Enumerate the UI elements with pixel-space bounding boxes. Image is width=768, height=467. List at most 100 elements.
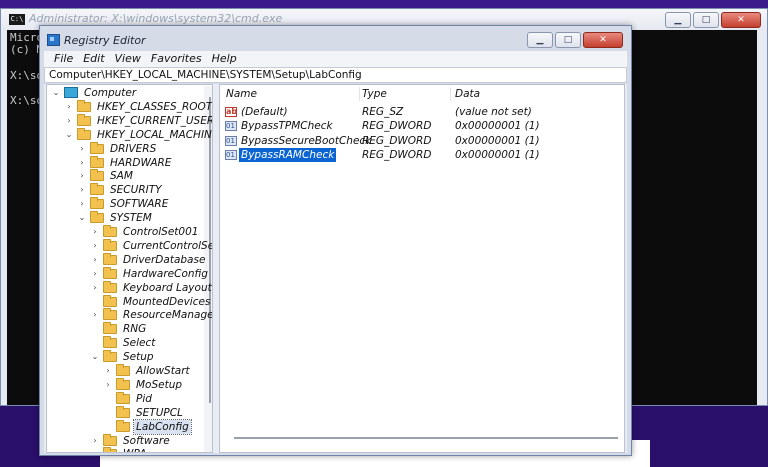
value-row[interactable]: BypassTPMCheck REG_DWORD 0x00000001 (1) [220, 119, 624, 133]
regedit-title-bar[interactable]: Registry Editor ▁ □ ✕ [40, 26, 631, 50]
value-type: REG_DWORD [362, 134, 432, 147]
column-header-name[interactable]: Name [220, 86, 360, 102]
folder-icon [116, 419, 130, 432]
content-area: ⌄ Computer › HKEY_CLASSES_ROOT › HKEY_CURRENT… [44, 84, 627, 453]
regedit-close-button[interactable]: ✕ [583, 32, 623, 48]
folder-icon [103, 322, 117, 335]
folder-icon [103, 447, 117, 452]
tree-node-label: Software [123, 434, 170, 447]
folder-icon [90, 183, 104, 196]
regedit-minimize-button[interactable]: ▁ [527, 32, 553, 48]
registry-editor-icon [47, 34, 60, 46]
tree-node-label: LabConfig [133, 418, 192, 435]
value-name: (Default) [241, 106, 288, 118]
tree-node-label: HARDWARE [110, 156, 172, 169]
folder-icon [103, 266, 117, 279]
chevron-right-icon[interactable]: › [77, 183, 87, 197]
values-pane[interactable]: Name Type Data (Default) REG_SZ (value not… [219, 84, 625, 453]
tree-node-label: ControlSet001 [123, 226, 199, 238]
cmd-close-button[interactable]: ✕ [721, 12, 761, 28]
folder-icon [116, 391, 130, 404]
tree-node-label: Computer [84, 87, 137, 99]
folder-icon [90, 155, 104, 168]
dword-value-icon [225, 134, 237, 148]
string-value-icon [225, 105, 237, 119]
folder-icon [77, 127, 91, 140]
chevron-right-icon[interactable]: › [90, 281, 100, 295]
key-tree[interactable]: ⌄ Computer › HKEY_CLASSES_ROOT › HKEY_CURRENT… [46, 84, 213, 453]
tree-node-label: DriverDatabase [123, 253, 206, 266]
menu-view[interactable]: View [110, 51, 146, 67]
chevron-right-icon[interactable]: › [64, 100, 74, 114]
chevron-right-icon[interactable]: › [77, 169, 87, 183]
chevron-down-icon[interactable]: ⌄ [90, 350, 100, 364]
value-data: 0x00000001 (1) [455, 134, 540, 147]
folder-icon [90, 197, 104, 210]
folder-icon [103, 280, 117, 293]
folder-icon [116, 405, 130, 418]
chevron-right-icon[interactable]: › [90, 225, 100, 239]
folder-icon [103, 336, 117, 349]
cmd-maximize-button[interactable]: □ [693, 12, 719, 28]
regedit-title: Registry Editor [64, 34, 146, 47]
chevron-right-icon[interactable]: › [90, 267, 100, 281]
value-name: BypassRAMCheck [239, 147, 337, 162]
column-header-data[interactable]: Data [449, 86, 619, 102]
chevron-right-icon[interactable]: › [90, 239, 100, 253]
value-type: REG_SZ [362, 106, 404, 118]
folder-icon [116, 377, 130, 390]
folder-icon [77, 99, 91, 112]
chevron-down-icon[interactable]: ⌄ [51, 86, 61, 100]
chevron-right-icon[interactable]: › [90, 308, 100, 322]
tree-node-label: Keyboard Layout [123, 281, 212, 294]
tree-node-label: HKEY_LOCAL_MACHINE [97, 128, 213, 141]
menu-edit[interactable]: Edit [78, 51, 109, 67]
tree-node-label: HKEY_CURRENT_USER [97, 114, 213, 127]
chevron-right-icon[interactable]: › [103, 378, 113, 392]
folder-icon [103, 433, 117, 446]
chevron-down-icon[interactable]: ⌄ [77, 211, 87, 225]
menu-help[interactable]: Help [207, 51, 242, 67]
value-type: REG_DWORD [362, 148, 432, 161]
tree-node-label: Select [123, 337, 156, 350]
menu-bar: File Edit View Favorites Help [44, 51, 627, 67]
menu-favorites[interactable]: Favorites [146, 51, 207, 67]
tree-node-label: MountedDevices [123, 295, 211, 308]
value-row[interactable]: BypassSecureBootCheckREG_DWORD 0x00000001… [220, 134, 624, 148]
tree-node-label: HardwareConfig [123, 267, 208, 280]
computer-icon [64, 87, 78, 98]
menu-file[interactable]: File [49, 51, 78, 67]
folder-icon [90, 211, 104, 224]
folder-icon [116, 364, 130, 376]
cmd-minimize-button[interactable]: ▁ [665, 12, 691, 28]
folder-icon [77, 113, 91, 126]
folder-icon [90, 141, 104, 154]
chevron-right-icon[interactable]: › [90, 253, 100, 267]
dword-value-icon [225, 148, 237, 162]
tree-node-label: CurrentControlSet [123, 239, 213, 252]
tree-node-label: SYSTEM [110, 212, 152, 225]
column-header-type[interactable]: Type [356, 86, 451, 102]
chevron-right-icon[interactable]: › [77, 142, 87, 156]
value-type: REG_DWORD [362, 120, 432, 133]
chevron-right-icon[interactable]: › [64, 114, 74, 128]
value-name: BypassSecureBootCheck [241, 134, 372, 147]
value-row[interactable]: BypassRAMCheck REG_DWORD 0x00000001 (1) [220, 147, 624, 162]
regedit-maximize-button[interactable]: □ [555, 32, 581, 48]
tree-node-label: AllowStart [136, 365, 190, 377]
chevron-right-icon[interactable]: › [77, 156, 87, 170]
chevron-right-icon[interactable]: › [103, 364, 113, 378]
folder-icon [103, 308, 117, 321]
tree-node-label: DRIVERS [110, 142, 157, 155]
folder-icon [103, 294, 117, 307]
cmd-title: Administrator: X:\windows\system32\cmd.e… [29, 12, 283, 25]
values-horizontal-scrollbar[interactable] [234, 437, 618, 439]
address-bar[interactable]: Computer\HKEY_LOCAL_MACHINE\SYSTEM\Setup… [44, 67, 627, 83]
chevron-down-icon[interactable]: ⌄ [64, 128, 74, 142]
chevron-right-icon[interactable]: › [77, 197, 87, 211]
tree-node-label: ResourceManager [123, 309, 213, 322]
chevron-right-icon[interactable]: › [90, 434, 100, 448]
tree-node-label: RNG [123, 323, 147, 336]
value-row[interactable]: (Default) REG_SZ (value not set) [220, 105, 624, 119]
chevron-right-icon[interactable]: › [90, 447, 100, 452]
